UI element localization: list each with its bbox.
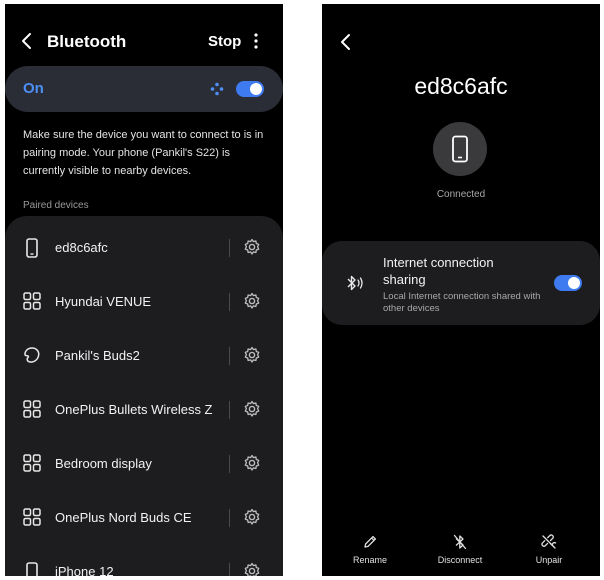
- device-name: iPhone 12: [55, 564, 114, 576]
- device-name: OnePlus Bullets Wireless Z: [55, 402, 213, 417]
- internet-sharing-card[interactable]: Internet connection sharing Local Intern…: [322, 241, 600, 325]
- device-avatar: [433, 122, 487, 176]
- pairing-info-text: Make sure the device you want to connect…: [23, 129, 264, 177]
- earbuds-icon: [24, 347, 40, 363]
- device-row-bedroom-display[interactable]: Bedroom display: [5, 437, 283, 491]
- device-row-hyundai-venue[interactable]: Hyundai VENUE: [5, 275, 283, 329]
- back-arrow-icon[interactable]: [21, 32, 33, 50]
- device-details-screen: ed8c6afc Connected Internet connection s…: [322, 4, 600, 576]
- back-arrow-icon[interactable]: [340, 33, 352, 51]
- paired-devices-list: ed8c6afc Hyundai VENUE Pankil's Buds2 On…: [5, 216, 283, 576]
- sharing-description: Local Internet connection shared with ot…: [383, 291, 541, 314]
- bluetooth-master-switch-bar[interactable]: On: [5, 66, 283, 112]
- gear-icon[interactable]: [243, 238, 261, 256]
- phone-icon: [26, 562, 38, 576]
- bluetooth-off-icon: [453, 534, 467, 550]
- grid-icon: [23, 508, 41, 526]
- stop-scan-button[interactable]: Stop: [208, 33, 241, 50]
- device-row-oneplus-bullets[interactable]: OnePlus Bullets Wireless Z: [5, 383, 283, 437]
- sharing-title: Internet connection sharing: [383, 255, 494, 287]
- unlink-icon: [541, 534, 557, 549]
- grid-icon: [23, 400, 41, 418]
- more-options-icon[interactable]: [253, 33, 259, 49]
- device-row-ed8c6afc[interactable]: ed8c6afc: [5, 221, 283, 275]
- unpair-button[interactable]: Unpair: [514, 534, 584, 565]
- gear-icon[interactable]: [243, 508, 261, 526]
- bluetooth-settings-screen: Bluetooth Stop On Make sure the device y…: [5, 4, 283, 576]
- grid-icon: [23, 454, 41, 472]
- device-title: ed8c6afc: [414, 73, 508, 99]
- on-status-label: On: [23, 80, 44, 97]
- device-row-pankils-buds2[interactable]: Pankil's Buds2: [5, 329, 283, 383]
- device-name: ed8c6afc: [55, 240, 108, 255]
- disconnect-label: Disconnect: [437, 555, 483, 565]
- rename-button[interactable]: Rename: [335, 534, 405, 565]
- gear-icon[interactable]: [243, 346, 261, 364]
- device-row-oneplus-nord-buds[interactable]: OnePlus Nord Buds CE: [5, 491, 283, 545]
- bluetooth-sharing-icon: [347, 275, 363, 291]
- page-title: Bluetooth: [47, 32, 127, 51]
- device-row-iphone-12[interactable]: iPhone 12: [5, 545, 283, 576]
- rename-label: Rename: [352, 555, 388, 565]
- device-name: Hyundai VENUE: [55, 294, 152, 309]
- internet-sharing-toggle[interactable]: [554, 275, 582, 291]
- pencil-icon: [364, 535, 377, 548]
- unpair-label: Unpair: [535, 555, 563, 565]
- scanning-icon: [210, 82, 224, 96]
- disconnect-button[interactable]: Disconnect: [425, 534, 495, 565]
- grid-icon: [23, 292, 41, 310]
- gear-icon[interactable]: [243, 562, 261, 576]
- gear-icon[interactable]: [243, 454, 261, 472]
- bluetooth-toggle[interactable]: [236, 81, 264, 97]
- device-name: Bedroom display: [55, 456, 152, 471]
- device-name: OnePlus Nord Buds CE: [55, 510, 192, 525]
- connection-status: Connected: [436, 189, 486, 200]
- device-name: Pankil's Buds2: [55, 348, 140, 363]
- phone-icon: [26, 238, 38, 258]
- gear-icon[interactable]: [243, 400, 261, 418]
- gear-icon[interactable]: [243, 292, 261, 310]
- phone-icon: [452, 135, 468, 163]
- paired-devices-heading: Paired devices: [23, 200, 89, 211]
